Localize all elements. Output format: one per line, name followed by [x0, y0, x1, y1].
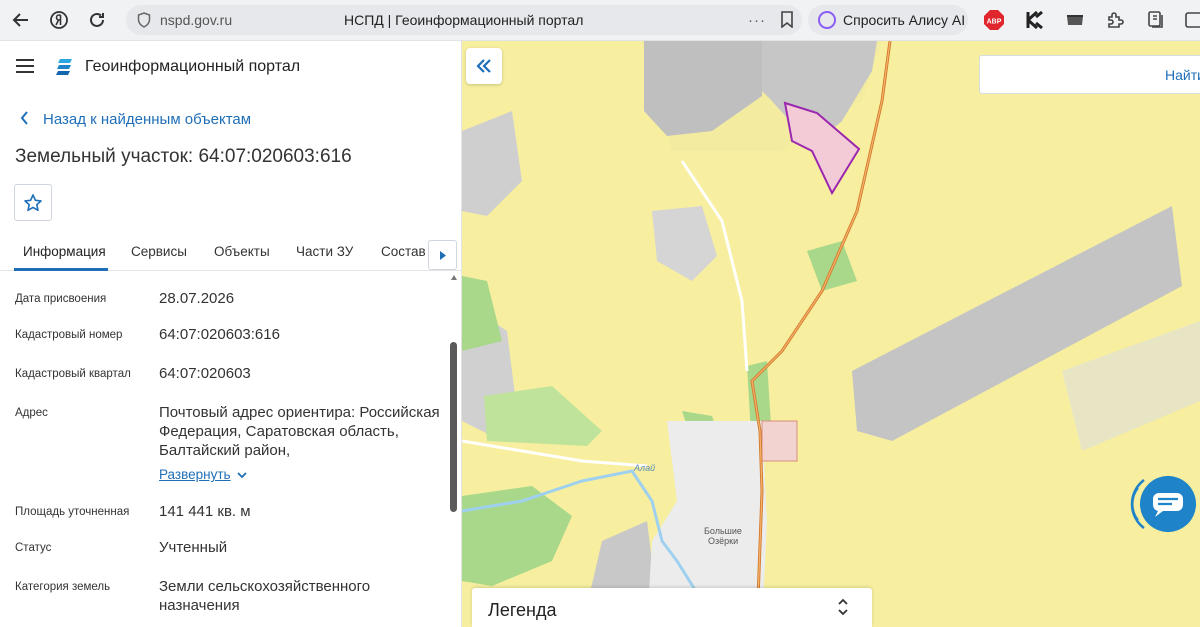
- field-value-address: Почтовый адрес ориентира: Российская Фед…: [159, 404, 440, 459]
- map-view[interactable]: Алай Большие Озёрки: [462, 41, 1200, 627]
- tab-parcel-parts[interactable]: Части ЗУ: [296, 244, 353, 259]
- tabs-bar: Информация Сервисы Объекты Части ЗУ Сост…: [0, 233, 461, 271]
- address-bar[interactable]: nspd.gov.ru НСПД | Геоинформационный пор…: [126, 5, 802, 35]
- yandex-icon[interactable]: [42, 3, 76, 37]
- alice-icon: [818, 11, 836, 29]
- field-value-area: 141 441 кв. м: [159, 503, 251, 520]
- page-title: Земельный участок: 64:07:020603:616: [15, 146, 352, 167]
- active-tab-indicator: [14, 268, 108, 271]
- legend-title: Легенда: [488, 600, 557, 620]
- chat-icon: [1153, 493, 1183, 511]
- more-icon[interactable]: ···: [748, 12, 766, 29]
- map-search-box[interactable]: Найти: [979, 55, 1200, 94]
- collections-icon[interactable]: [1145, 9, 1167, 31]
- kaspersky-icon[interactable]: [1024, 9, 1046, 31]
- extension-shape-icon[interactable]: [1064, 9, 1086, 31]
- map-label-village-line1: Большие: [704, 526, 742, 536]
- chevron-left-icon: [20, 109, 29, 130]
- alice-label: Спросить Алису AI: [843, 12, 966, 28]
- field-label-area: Площадь уточненная: [15, 506, 130, 518]
- double-chevron-left-icon: [476, 59, 491, 73]
- field-label-address: Адрес: [15, 407, 48, 419]
- adblock-icon[interactable]: ABP: [983, 9, 1005, 31]
- app-title: Геоинформационный портал: [85, 58, 301, 75]
- field-label-cadastral-number: Кадастровый номер: [15, 329, 123, 341]
- tab-title: НСПД | Геоинформационный портал: [344, 12, 584, 28]
- alice-button[interactable]: Спросить Алису AI: [808, 5, 968, 35]
- scrollbar-thumb[interactable]: [450, 342, 457, 512]
- back-to-results-link[interactable]: Назад к найденным объектам: [20, 109, 251, 130]
- caret-right-icon: [439, 250, 446, 260]
- menu-icon[interactable]: [16, 59, 34, 73]
- puzzle-icon[interactable]: [1104, 9, 1126, 31]
- field-value-assign-date: 28.07.2026: [159, 290, 235, 307]
- favorite-button[interactable]: [14, 184, 52, 221]
- chat-button[interactable]: [1128, 468, 1200, 544]
- field-label-assign-date: Дата присвоения: [15, 293, 107, 305]
- map-label-river: Алай: [633, 463, 655, 473]
- tab-info[interactable]: Информация: [23, 244, 106, 259]
- portal-logo[interactable]: [55, 56, 77, 83]
- extension-edge-icon[interactable]: [1182, 9, 1200, 31]
- field-value-cadastral-number: 64:07:020603:616: [159, 326, 280, 343]
- collapse-panel-button[interactable]: [466, 48, 502, 84]
- map-canvas[interactable]: Алай Большие Озёрки: [462, 41, 1200, 627]
- object-info-panel: Геоинформационный портал Назад к найденн…: [0, 41, 462, 627]
- map-label-village-line2: Озёрки: [708, 536, 738, 546]
- field-value-status: Учтенный: [159, 539, 228, 556]
- field-value-cadastral-quarter: 64:07:020603: [159, 365, 251, 382]
- url-text: nspd.gov.ru: [160, 12, 233, 28]
- tabs-scroll-right-button[interactable]: [428, 240, 457, 270]
- shield-icon[interactable]: [136, 12, 152, 28]
- chevron-up-down-icon[interactable]: [838, 598, 848, 617]
- map-search-button[interactable]: Найти: [1165, 67, 1200, 83]
- tab-objects[interactable]: Объекты: [214, 244, 270, 259]
- adblock-label: ABP: [987, 19, 1002, 26]
- bookmark-icon[interactable]: [780, 11, 794, 33]
- legend-panel[interactable]: Легенда: [472, 588, 872, 627]
- field-label-status: Статус: [15, 542, 52, 554]
- field-label-cadastral-quarter: Кадастровый квартал: [15, 368, 131, 380]
- field-value-land-category: Земли сельскохозяйственного назначения: [159, 578, 371, 614]
- chevron-down-icon[interactable]: [237, 468, 247, 482]
- star-icon: [24, 193, 42, 211]
- field-label-land-category: Категория земель: [15, 581, 111, 593]
- expand-address-link[interactable]: Развернуть: [159, 467, 231, 482]
- tab-services[interactable]: Сервисы: [131, 244, 187, 259]
- app-header: Геоинформационный портал: [0, 41, 461, 93]
- back-label: Назад к найденным объектам: [43, 111, 252, 128]
- reload-icon[interactable]: [80, 3, 114, 37]
- back-arrow-icon[interactable]: [4, 3, 38, 37]
- scroll-up-arrow[interactable]: [451, 275, 457, 280]
- tab-composition[interactable]: Состав: [381, 244, 426, 259]
